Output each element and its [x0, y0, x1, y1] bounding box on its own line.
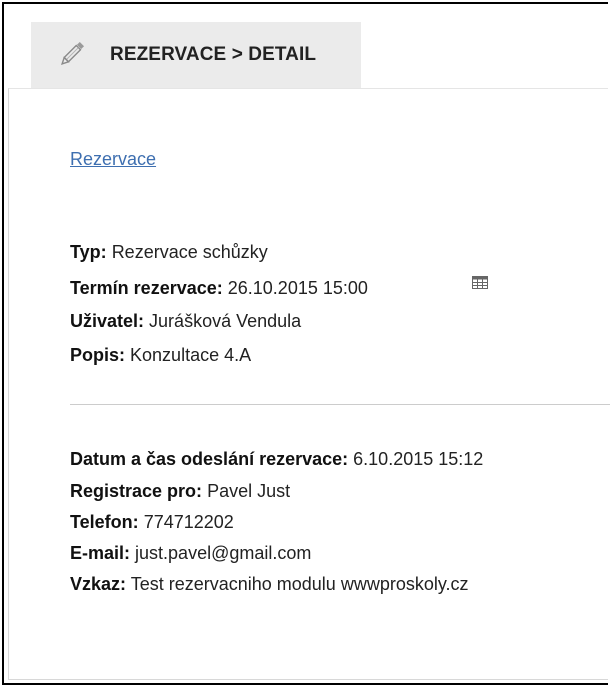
sent-datetime-row: Datum a čas odeslání rezervace: 6.10.201…	[70, 447, 483, 471]
description-row: Popis: Konzultace 4.A	[70, 343, 251, 367]
registration-value: Pavel Just	[207, 481, 291, 501]
type-label: Typ:	[70, 242, 107, 262]
term-label: Termín rezervace:	[70, 278, 223, 298]
tab-rezervace-detail[interactable]: REZERVACE > DETAIL	[31, 22, 361, 88]
phone-label: Telefon:	[70, 512, 139, 532]
user-value: Jurášková Vendula	[149, 311, 302, 331]
term-row: Termín rezervace: 26.10.2015 15:00	[70, 276, 368, 300]
email-value: just.pavel@gmail.com	[135, 543, 312, 563]
message-value: Test rezervacniho modulu wwwproskoly.cz	[130, 574, 469, 594]
registration-label: Registrace pro:	[70, 481, 203, 501]
page-title: REZERVACE > DETAIL	[110, 44, 317, 65]
pencil-icon	[60, 41, 85, 66]
type-row: Typ: Rezervace schůzky	[70, 240, 268, 264]
type-value: Rezervace schůzky	[111, 242, 268, 262]
phone-value: 774712202	[143, 512, 234, 532]
sent-datetime-label: Datum a čas odeslání rezervace:	[70, 449, 349, 469]
user-row: Uživatel: Jurášková Vendula	[70, 309, 301, 333]
sent-datetime-value: 6.10.2015 15:12	[353, 449, 484, 469]
email-row: E-mail: just.pavel@gmail.com	[70, 541, 311, 565]
user-label: Uživatel:	[70, 311, 145, 331]
message-row: Vzkaz: Test rezervacniho modulu wwwprosk…	[70, 572, 469, 596]
term-value: 26.10.2015 15:00	[227, 278, 368, 298]
description-value: Konzultace 4.A	[130, 345, 252, 365]
phone-row: Telefon: 774712202	[70, 510, 234, 534]
registration-row: Registrace pro: Pavel Just	[70, 479, 290, 503]
email-label: E-mail:	[70, 543, 131, 563]
rezervace-link[interactable]: Rezervace	[70, 149, 156, 170]
calendar-icon[interactable]	[472, 276, 488, 289]
message-label: Vzkaz:	[70, 574, 127, 594]
description-label: Popis:	[70, 345, 126, 365]
divider	[70, 404, 610, 405]
